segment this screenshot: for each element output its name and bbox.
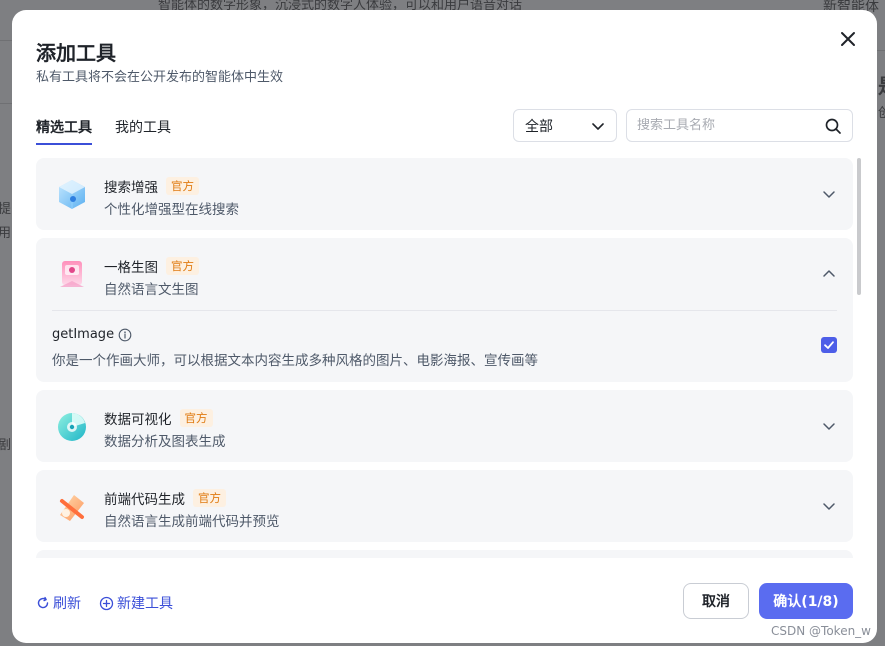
chart-disc-icon	[58, 413, 86, 441]
tool-card[interactable]	[36, 550, 853, 558]
info-icon[interactable]	[118, 328, 132, 342]
tab-featured-tools[interactable]: 精选工具	[36, 117, 92, 145]
new-tool-label: 新建工具	[117, 596, 173, 612]
function-description: 你是一个作画大师，可以根据文本内容生成多种风格的图片、电影海报、宣传画等	[52, 353, 538, 369]
tool-description: 个性化增强型在线搜索	[104, 202, 239, 218]
divider	[877, 50, 885, 51]
tool-name: 一格生图	[104, 260, 158, 276]
tool-description: 数据分析及图表生成	[104, 434, 226, 450]
tool-name: 数据可视化	[104, 412, 172, 428]
tool-function-row: getImage 你是一个作画大师，可以根据文本内容生成多种风格的图片、电影海报…	[52, 310, 837, 382]
refresh-label: 刷新	[53, 596, 81, 612]
tool-description: 自然语言文生图	[104, 282, 199, 298]
background-text: 用	[0, 226, 12, 241]
image-gen-icon	[60, 261, 84, 287]
new-tool-button[interactable]: 新建工具	[99, 593, 173, 613]
tool-card: 数据可视化 官方 数据分析及图表生成	[36, 390, 853, 462]
search-box	[626, 109, 853, 142]
refresh-button[interactable]: 刷新	[36, 593, 81, 613]
watermark: CSDN @Token_w	[771, 624, 871, 638]
official-badge: 官方	[166, 257, 199, 275]
background-heading: 是	[878, 70, 885, 99]
close-icon	[841, 32, 855, 46]
tool-card-header[interactable]: 一格生图 官方 自然语言文生图	[36, 238, 853, 310]
divider	[0, 103, 12, 104]
chevron-down-icon[interactable]	[821, 418, 837, 434]
add-circle-icon	[99, 596, 114, 610]
divider	[0, 40, 12, 41]
tool-description: 自然语言生成前端代码并预览	[104, 514, 280, 530]
scrollbar-thumb[interactable]	[857, 158, 861, 295]
tool-card: 一格生图 官方 自然语言文生图 getImage 你是一个作画大师，可以根据文本…	[36, 238, 853, 382]
chevron-down-icon[interactable]	[821, 498, 837, 514]
add-tool-dialog: 添加工具 私有工具将不会在公开发布的智能体中生效 精选工具 我的工具 全部 搜索…	[12, 10, 877, 643]
cancel-button[interactable]: 取消	[683, 583, 749, 619]
tool-card: 搜索增强 官方 个性化增强型在线搜索	[36, 158, 853, 230]
search-input[interactable]	[637, 118, 824, 133]
category-select[interactable]: 全部	[513, 109, 617, 142]
confirm-button[interactable]: 确认(1/8)	[759, 583, 853, 619]
official-badge: 官方	[193, 489, 226, 507]
tool-list: 搜索增强 官方 个性化增强型在线搜索 一格生图 官方 自然语言文生图 getIm…	[36, 158, 853, 558]
chevron-down-icon[interactable]	[821, 186, 837, 202]
refresh-icon	[37, 596, 49, 609]
scrollbar[interactable]	[857, 158, 861, 558]
category-select-value: 全部	[525, 118, 553, 135]
tab-my-tools[interactable]: 我的工具	[115, 117, 171, 145]
background-text: 创	[878, 106, 885, 121]
search-icon[interactable]	[824, 117, 842, 135]
background-text: 提	[0, 202, 12, 217]
function-checkbox[interactable]	[821, 337, 837, 353]
check-icon	[824, 341, 834, 349]
official-badge: 官方	[166, 177, 199, 195]
tool-card-header[interactable]: 搜索增强 官方 个性化增强型在线搜索	[36, 158, 853, 230]
tool-card: 前端代码生成 官方 自然语言生成前端代码并预览	[36, 470, 853, 542]
chevron-up-icon[interactable]	[821, 266, 837, 282]
dialog-subtitle: 私有工具将不会在公开发布的智能体中生效	[36, 70, 284, 85]
code-gen-icon	[60, 495, 84, 521]
tool-name: 搜索增强	[104, 180, 158, 196]
tool-name: 前端代码生成	[104, 492, 185, 508]
background-text: 剧	[0, 438, 12, 453]
chevron-down-icon	[592, 122, 604, 130]
function-name: getImage	[52, 327, 115, 342]
close-button[interactable]	[837, 28, 859, 50]
dialog-title: 添加工具	[36, 41, 116, 65]
search-cube-icon	[59, 180, 85, 209]
tool-card-header[interactable]: 数据可视化 官方 数据分析及图表生成	[36, 390, 853, 462]
tool-card-header[interactable]: 前端代码生成 官方 自然语言生成前端代码并预览	[36, 470, 853, 542]
official-badge: 官方	[179, 409, 213, 427]
tool-tabs: 精选工具 我的工具	[36, 117, 171, 145]
